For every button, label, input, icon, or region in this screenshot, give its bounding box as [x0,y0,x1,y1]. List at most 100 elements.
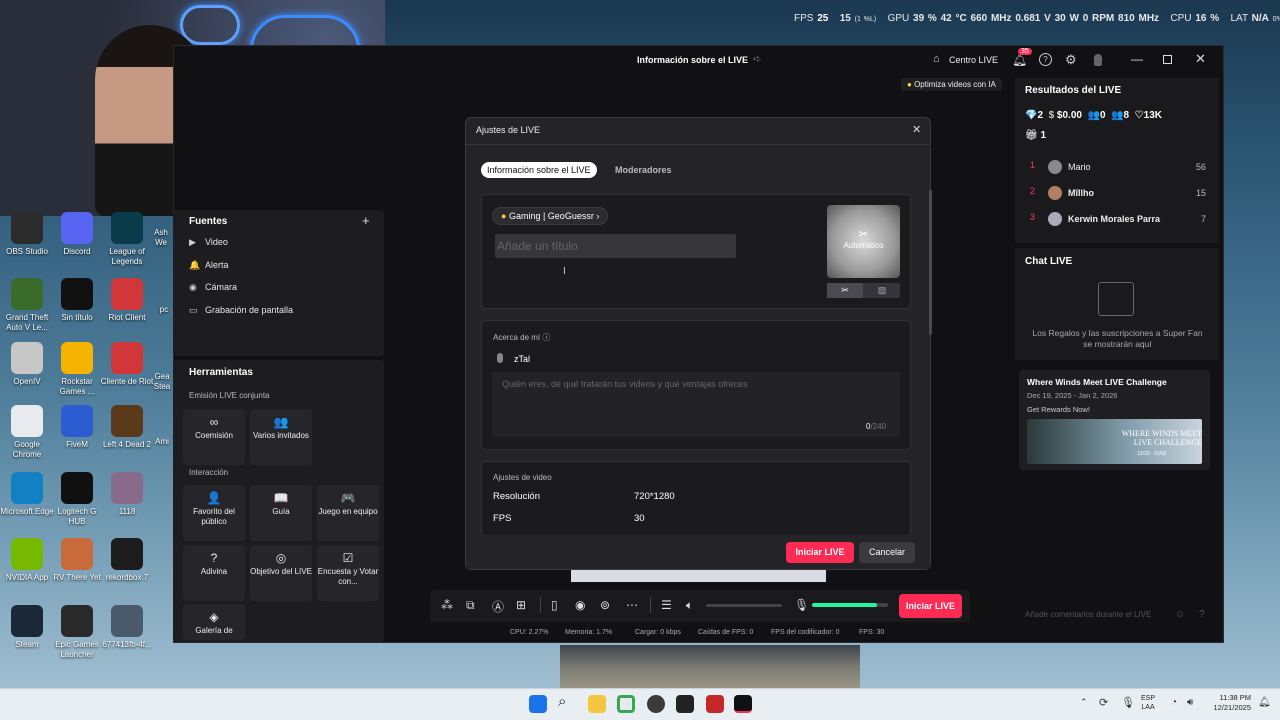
desktop-icon[interactable]: Left 4 Dead 2 [100,405,154,450]
language-indicator[interactable]: ESP LAA [1141,694,1155,712]
tool-favorito[interactable]: 👤 Favorito del público [183,485,245,541]
desktop-icon[interactable]: League of Legends [100,212,154,267]
file-explorer-icon[interactable] [588,695,606,713]
share-icon[interactable]: ➪ [753,54,761,65]
desktop-icon[interactable]: rekordbox 7 [100,538,154,583]
question-icon[interactable]: ? [1199,609,1205,620]
desktop-icon[interactable]: OpenIV [0,342,54,387]
more-icon[interactable]: ⋯ [626,598,638,612]
start-live-button[interactable]: Iniciar LIVE [786,542,854,563]
desktop-icon-partial[interactable]: pc [155,305,173,315]
resolution-value[interactable]: 720*1280 [634,491,675,502]
settings-gear-icon[interactable]: ⚙ [1065,52,1077,68]
avatar[interactable] [1094,54,1102,66]
dialog-scrollbar[interactable] [929,190,932,335]
source-video[interactable]: ▶ Video [189,237,228,248]
minimize-icon[interactable]: — [1131,52,1143,66]
tab-info-live[interactable]: Información sobre el LIVE [481,162,597,178]
mic-level[interactable] [812,603,888,607]
add-media-icon[interactable]: ⊞ [516,598,526,612]
speaker-icon[interactable]: 🔈︎ [686,598,693,613]
ai-icon[interactable]: Ⓐ [492,598,504,615]
tool-galeria[interactable]: ◈ Galería de [183,604,245,640]
promo-banner[interactable]: WHERE WINDS MEET LIVE CHALLENGE 12/20 - … [1027,419,1202,464]
tiktok-live-icon[interactable] [734,695,752,713]
desktop-icon[interactable]: NVIDIA App [0,538,54,583]
chevron-up-icon[interactable]: ⌃ [1080,697,1088,708]
source-camara[interactable]: ◉ Cámara [189,282,237,293]
add-source-icon[interactable]: + [362,213,370,228]
desktop-icon[interactable]: Riot Client [100,278,154,323]
volume-icon[interactable]: 🔊︎ [1187,697,1193,708]
tool-varios-invitados[interactable]: 👥 Varios invitados [250,409,312,465]
desktop-icon[interactable]: Rockstar Games ... [50,342,104,397]
desktop-icon-partial[interactable]: Ash We [150,228,172,248]
emoji-icon[interactable]: ☺ [1175,609,1185,620]
obs-icon[interactable] [647,695,665,713]
start-menu-icon[interactable] [529,695,547,713]
record-icon[interactable]: ◉ [575,598,585,612]
cancel-button[interactable]: Cancelar [859,542,915,563]
close-window-icon[interactable]: ✕ [1195,51,1206,67]
desktop-icon[interactable]: Logitech G HUB [50,472,104,527]
desktop-icon[interactable]: Microsoft Edge [0,472,54,517]
layers-icon[interactable]: ⧉ [466,598,475,613]
sync-icon[interactable]: ⟳ [1099,696,1108,709]
scissors-icon[interactable]: ✂ [827,283,863,298]
promo-cta[interactable]: Get Rewards Now! [1027,405,1090,414]
microphone-icon[interactable]: 🎙︎ [794,598,809,612]
tool-adivina[interactable]: ? Adivina [183,545,245,601]
desktop-icon[interactable]: Cliente de Riot [100,342,154,387]
desktop-icon[interactable]: 1118 [100,472,154,517]
desktop-icon[interactable]: Grand Theft Auto V Le... [0,278,54,333]
desktop-icon[interactable]: OBS Studio [0,212,54,257]
desktop-icon[interactable]: Epic Games Launcher [50,605,104,660]
app-icon[interactable] [706,695,724,713]
tool-objetivo[interactable]: ◎ Objetivo del LIVE [250,545,312,601]
desktop-icon[interactable]: Discord [50,212,104,257]
tool-coemision[interactable]: ∞ Coemisión [183,409,245,465]
home-icon[interactable]: ⌂ [933,53,940,65]
tool-juego-equipo[interactable]: 🎮 Juego en equipo [317,485,379,541]
fps-value[interactable]: 30 [634,513,645,524]
ranking-row[interactable]: 1 Mario 56 [1030,160,1206,176]
help-icon[interactable]: ? [1039,53,1052,66]
title-input[interactable]: Añade un título [495,234,736,258]
magic-wand-icon[interactable]: ⁂ [441,598,453,612]
sliders-icon[interactable]: ☰ [661,598,672,612]
ranking-row[interactable]: 3 Kerwin Morales Parra 7 [1030,212,1206,228]
phone-icon[interactable]: ▯ [551,598,558,612]
desktop-icon[interactable]: 677413fb-4f... [100,605,154,650]
source-grabacion[interactable]: ▭ Grabación de pantalla [189,305,293,316]
notification-icon[interactable]: 🔔︎ [1258,697,1271,708]
microphone-icon[interactable]: 🎙︎ [1121,696,1135,709]
desktop-icon-partial[interactable]: Gea Stea [152,372,172,392]
category-chip[interactable]: ● Gaming | GeoGuessr › [492,207,609,225]
desktop-icon[interactable]: Steam [0,605,54,650]
desktop-icon[interactable]: FiveM [50,405,104,450]
volume-slider[interactable] [706,604,782,607]
start-live-main-button[interactable]: Iniciar LIVE [899,594,962,618]
desktop-icon[interactable]: Sin título [50,278,104,323]
dialog-close-icon[interactable]: ✕ [912,123,921,136]
desktop-icon-partial[interactable]: Ami [152,437,172,447]
epic-games-icon[interactable] [676,695,694,713]
search-icon[interactable]: ⌕ [558,693,566,710]
maximize-icon[interactable] [1163,55,1172,64]
tab-moderadores[interactable]: Moderadores [615,165,672,175]
clock[interactable]: 11:38 PM 12/21/2025 [1207,693,1251,713]
chrome-icon[interactable] [617,695,635,713]
centro-live-link[interactable]: Centro LIVE [949,55,998,65]
broadcast-icon[interactable]: ⊚ [600,598,610,612]
bell-icon[interactable]: 🔔︎ [1012,53,1027,67]
chat-input[interactable]: Añade comentarios durante el LIVE [1025,610,1151,619]
wifi-icon[interactable]: ◔ [1171,697,1177,708]
ranking-row[interactable]: 2 Mĩllho 15 [1030,186,1206,202]
cover-thumbnail[interactable]: ✂ Automático [827,205,900,278]
desktop-icon[interactable]: RV There Yet [50,538,104,583]
optimiza-ia-button[interactable]: ● Optimiza videos con IA [901,78,1002,91]
source-alerta[interactable]: 🔔 Alerta [189,260,229,271]
image-icon[interactable]: ▨ [864,283,900,298]
tool-encuesta[interactable]: ☑ Encuesta y Votar con... [317,545,379,601]
desktop-icon[interactable]: Google Chrome [0,405,54,460]
